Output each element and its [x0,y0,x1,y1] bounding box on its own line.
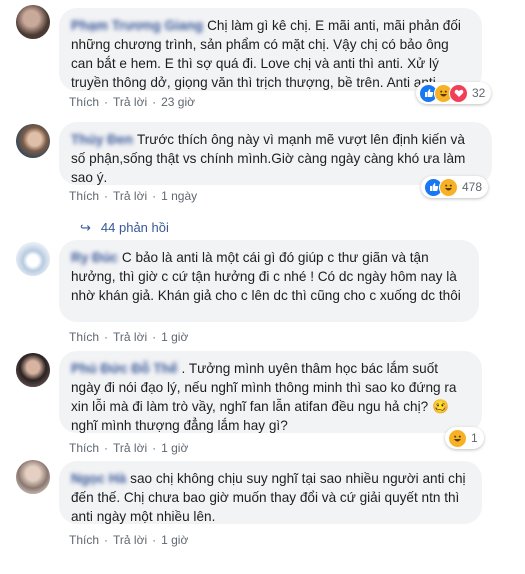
comment-bubble: Phạm Trương Giang Chị làm gì kê chị. E mã… [59,8,482,91]
timestamp[interactable]: 1 giờ [161,441,188,455]
timestamp[interactable]: 1 ngày [161,189,197,203]
separator-dot: · [104,330,109,344]
comment-bubble: Thúy Đen Trước thích ông này vì mạnh mẽ v… [59,122,492,185]
separator-dot: · [104,189,109,203]
reaction-summary[interactable]: 478 [421,176,489,198]
separator-dot: · [104,95,109,109]
like-link[interactable]: Thích [69,330,99,344]
timestamp[interactable]: 1 giờ [161,330,188,344]
reply-link[interactable]: Trả lời [113,95,147,109]
separator-dot: · [152,533,157,547]
timestamp[interactable]: 1 giờ [161,533,188,547]
separator-dot: · [104,533,109,547]
comment-bubble: Ngọc Hà sao chị không chịu suy nghĩ tại s… [59,461,482,524]
avatar[interactable] [16,242,50,276]
comment-author[interactable]: Phú Đức Đỗ Thế [71,361,178,376]
reply-link[interactable]: Trả lời [113,533,147,547]
like-link[interactable]: Thích [69,533,99,547]
comment-actions: Thích · Trả lời · 1 giờ [69,441,188,455]
separator-dot: · [152,330,157,344]
comment-actions: Thích · Trả lời · 1 ngày [69,189,197,203]
avatar[interactable] [16,5,50,39]
reaction-summary[interactable]: 32 [416,82,492,104]
haha-icon [448,428,467,448]
separator-dot: · [152,441,157,455]
reply-arrow-icon: ↪ [80,220,91,235]
reaction-count: 1 [471,431,478,445]
reaction-count: 32 [472,86,486,100]
comment-text: sao chị không chịu suy nghĩ tại sao nhiề… [71,471,466,524]
comment-actions: Thích · Trả lời · 1 giờ [69,533,188,547]
love-icon [449,83,468,103]
like-link[interactable]: Thích [69,441,99,455]
comment-bubble: Phú Đức Đỗ Thế. Tưởng mình uyên thâm học… [59,351,482,433]
replies-count[interactable]: 44 phản hồi [101,220,169,235]
comment-author[interactable]: Phạm Trương Giang [71,18,203,33]
like-link[interactable]: Thích [69,95,99,109]
avatar[interactable] [16,353,50,387]
haha-icon [439,177,458,197]
reaction-count: 478 [462,180,483,194]
avatar[interactable] [16,124,50,158]
comment-actions: Thích · Trả lời · 23 giờ [69,95,195,109]
reply-link[interactable]: Trả lời [113,189,147,203]
separator-dot: · [152,189,157,203]
comment-author[interactable]: Ry Đúc [71,250,118,265]
avatar[interactable] [16,460,50,494]
comment-bubble: Ry Đúc C bảo là anti là một cái gì đó giú… [59,240,479,322]
like-link[interactable]: Thích [69,189,99,203]
comment-author[interactable]: Ngọc Hà [71,471,126,486]
view-replies-link[interactable]: ↪ 44 phản hồi [80,220,169,236]
comment-actions: Thích · Trả lời · 1 giờ [69,330,188,344]
comment-text: C bảo là anti là một cái gì đó giúp c th… [71,250,461,303]
separator-dot: · [152,95,157,109]
timestamp[interactable]: 23 giờ [161,95,195,109]
comment-author[interactable]: Thúy Đen [71,132,133,147]
reply-link[interactable]: Trả lời [113,330,147,344]
reply-link[interactable]: Trả lời [113,441,147,455]
separator-dot: · [104,441,109,455]
reaction-summary[interactable]: 1 [445,427,484,449]
